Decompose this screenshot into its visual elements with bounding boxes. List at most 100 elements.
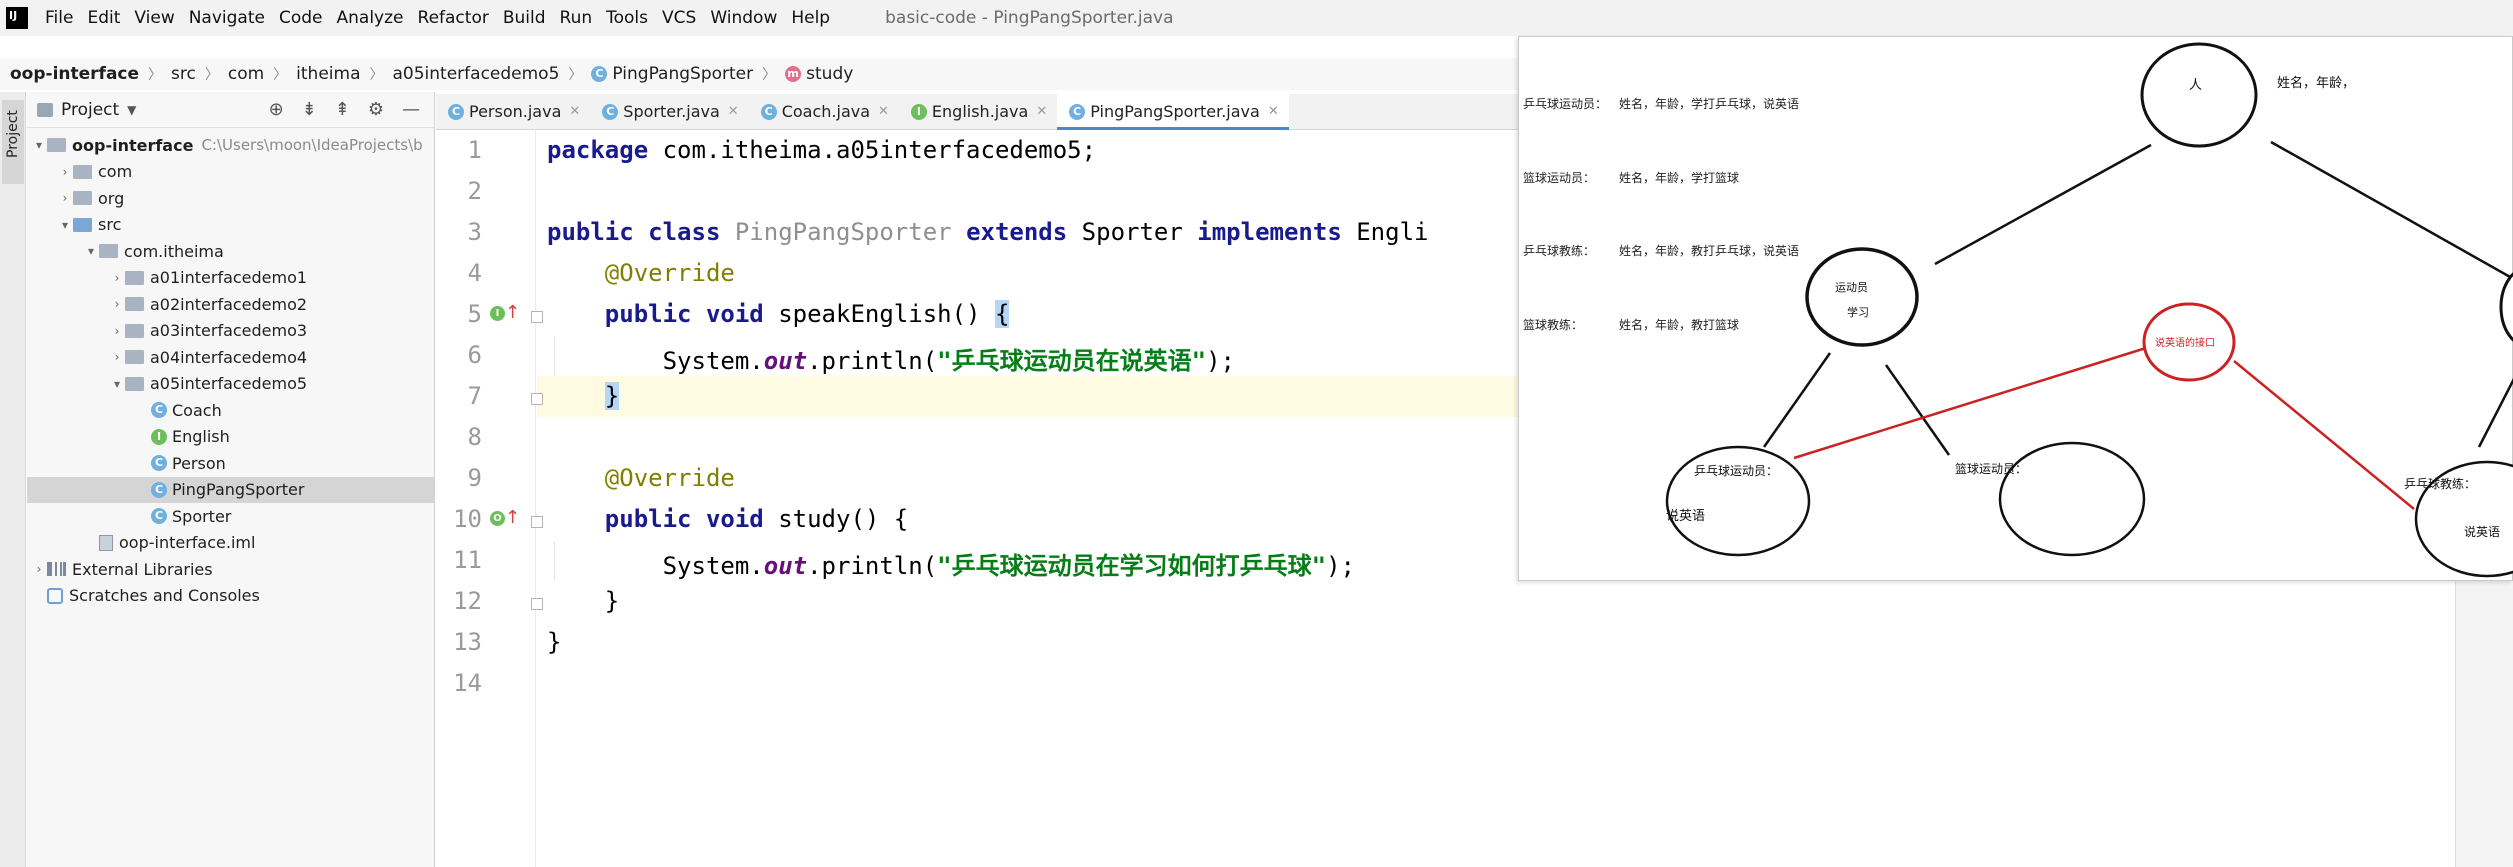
- expand-all-icon[interactable]: ⇟: [302, 99, 317, 120]
- breadcrumb-src[interactable]: src: [171, 64, 196, 84]
- tab-pingpangsporter-java[interactable]: C PingPangSporter.java ✕: [1057, 94, 1289, 130]
- chevron-down-icon[interactable]: ▾: [31, 138, 47, 152]
- breadcrumb-package[interactable]: a05interfacedemo5: [393, 64, 560, 84]
- tree-row[interactable]: › a04interfacedemo4: [27, 344, 434, 371]
- tab-english-java[interactable]: I English.java ✕: [899, 94, 1057, 129]
- tree-label: Sporter: [172, 506, 232, 526]
- chevron-down-icon[interactable]: ▾: [109, 377, 125, 391]
- code-token: public: [604, 300, 692, 328]
- project-tool-tab[interactable]: Project: [2, 100, 24, 184]
- athlete-node: [1805, 247, 1919, 347]
- menu-vcs[interactable]: VCS: [655, 8, 703, 28]
- menu-navigate[interactable]: Navigate: [182, 8, 272, 28]
- method-icon: m: [785, 66, 802, 82]
- code-token: Engli: [1356, 218, 1429, 246]
- close-icon[interactable]: ✕: [1036, 104, 1047, 119]
- collapse-all-icon[interactable]: ⇞: [335, 99, 350, 120]
- tree-label: a01interfacedemo1: [150, 268, 308, 288]
- tree-row[interactable]: I English: [27, 424, 434, 451]
- tree-row[interactable]: oop-interface.iml: [27, 530, 434, 557]
- fold-icon[interactable]: [531, 516, 543, 528]
- breadcrumb-com[interactable]: com: [228, 64, 264, 84]
- project-panel-title[interactable]: Project: [61, 100, 119, 120]
- code-line: public void speakEnglish() {: [547, 300, 1010, 328]
- tree-row[interactable]: ▾ oop-interface C:\Users\moon\IdeaProjec…: [27, 132, 434, 159]
- line-number: 2: [467, 177, 482, 205]
- menu-build[interactable]: Build: [496, 8, 553, 28]
- gear-icon[interactable]: ⚙: [368, 99, 384, 120]
- tab-label: English.java: [931, 102, 1029, 121]
- tab-person-java[interactable]: C Person.java ✕: [436, 94, 590, 129]
- tree-row[interactable]: C Sporter: [27, 503, 434, 530]
- fold-icon[interactable]: [531, 393, 543, 405]
- breadcrumb-itheima[interactable]: itheima: [296, 64, 360, 84]
- tab-label: Sporter.java: [623, 102, 720, 121]
- breadcrumb-class[interactable]: PingPangSporter: [612, 64, 753, 84]
- edge-athlete-bb: [1884, 364, 1951, 456]
- breadcrumb-project[interactable]: oop-interface: [10, 64, 139, 84]
- menu-run[interactable]: Run: [553, 8, 600, 28]
- menu-file[interactable]: File: [38, 8, 80, 28]
- pp-coach-sublabel: 说英语: [2464, 524, 2500, 539]
- tree-row[interactable]: C Coach: [27, 397, 434, 424]
- menu-bar: File Edit View Navigate Code Analyze Ref…: [0, 0, 2513, 36]
- locate-icon[interactable]: ⊕: [269, 99, 284, 120]
- menu-view[interactable]: View: [127, 8, 181, 28]
- tree-row[interactable]: C PingPangSporter: [27, 476, 434, 503]
- tree-row[interactable]: › org: [27, 185, 434, 212]
- tree-row[interactable]: ▾ com.itheima: [27, 238, 434, 265]
- close-icon[interactable]: ✕: [569, 104, 580, 119]
- class-icon: C: [602, 103, 619, 120]
- chevron-right-icon[interactable]: ›: [109, 350, 125, 364]
- menu-window[interactable]: Window: [703, 8, 784, 28]
- scratches-icon: [47, 587, 63, 604]
- chevron-down-icon[interactable]: ▾: [57, 218, 73, 232]
- menu-code[interactable]: Code: [272, 8, 330, 28]
- implements-method-icon[interactable]: I ↑: [490, 302, 520, 324]
- chevron-right-icon[interactable]: ›: [31, 562, 47, 576]
- close-icon[interactable]: ✕: [878, 104, 889, 119]
- close-icon[interactable]: ✕: [728, 104, 739, 119]
- class-icon: C: [151, 402, 167, 419]
- chevron-down-icon[interactable]: ▾: [83, 244, 99, 258]
- line-number: 8: [467, 423, 482, 451]
- chevron-right-icon[interactable]: ›: [109, 271, 125, 285]
- tree-row[interactable]: ▾ src: [27, 212, 434, 239]
- menu-refactor[interactable]: Refactor: [411, 8, 496, 28]
- tree-row[interactable]: › External Libraries: [27, 556, 434, 583]
- overrides-method-icon[interactable]: O ↑: [490, 507, 520, 529]
- breadcrumb-separator-icon: 〉: [204, 67, 219, 83]
- close-icon[interactable]: ✕: [1268, 104, 1279, 119]
- tree-label: a04interfacedemo4: [150, 347, 308, 367]
- tab-coach-java[interactable]: C Coach.java ✕: [749, 94, 899, 129]
- class-hierarchy-diagram: 乒乓球运动员： 姓名，年龄，学打乒乓球，说英语 篮球运动员： 姓名，年龄，学打篮球 …: [1518, 36, 2513, 581]
- chevron-right-icon[interactable]: ›: [109, 297, 125, 311]
- tree-row[interactable]: ▾ a05interfacedemo5: [27, 371, 434, 398]
- fold-icon[interactable]: [531, 598, 543, 610]
- tab-label: Person.java: [469, 102, 562, 121]
- chevron-right-icon[interactable]: ›: [57, 191, 73, 205]
- code-editor[interactable]: 1 2 3 4 5 6 7 8 9 10 11 12 13 14 I ↑ O ↑ p…: [436, 131, 1520, 867]
- editor-scroll-strip[interactable]: [2455, 581, 2513, 867]
- code-token: .println(: [807, 552, 938, 580]
- menu-analyze[interactable]: Analyze: [330, 8, 411, 28]
- menu-help[interactable]: Help: [784, 8, 837, 28]
- tree-row[interactable]: › a02interfacedemo2: [27, 291, 434, 318]
- chevron-down-icon[interactable]: ▼: [127, 103, 136, 117]
- menu-tools[interactable]: Tools: [599, 8, 655, 28]
- menu-edit[interactable]: Edit: [80, 8, 127, 28]
- package-icon: [125, 350, 144, 365]
- tree-row[interactable]: › com: [27, 159, 434, 186]
- minimize-icon[interactable]: —: [402, 99, 420, 120]
- code-token: );: [1206, 347, 1235, 375]
- tree-row[interactable]: C Person: [27, 450, 434, 477]
- tree-row[interactable]: › a03interfacedemo3: [27, 318, 434, 345]
- tree-row[interactable]: › a01interfacedemo1: [27, 265, 434, 292]
- tree-row[interactable]: Scratches and Consoles: [27, 583, 434, 610]
- breadcrumb-method[interactable]: study: [806, 64, 853, 84]
- fold-icon[interactable]: [531, 311, 543, 323]
- chevron-right-icon[interactable]: ›: [57, 165, 73, 179]
- chevron-right-icon[interactable]: ›: [109, 324, 125, 338]
- code-token: public: [547, 218, 634, 246]
- tab-sporter-java[interactable]: C Sporter.java ✕: [590, 94, 748, 129]
